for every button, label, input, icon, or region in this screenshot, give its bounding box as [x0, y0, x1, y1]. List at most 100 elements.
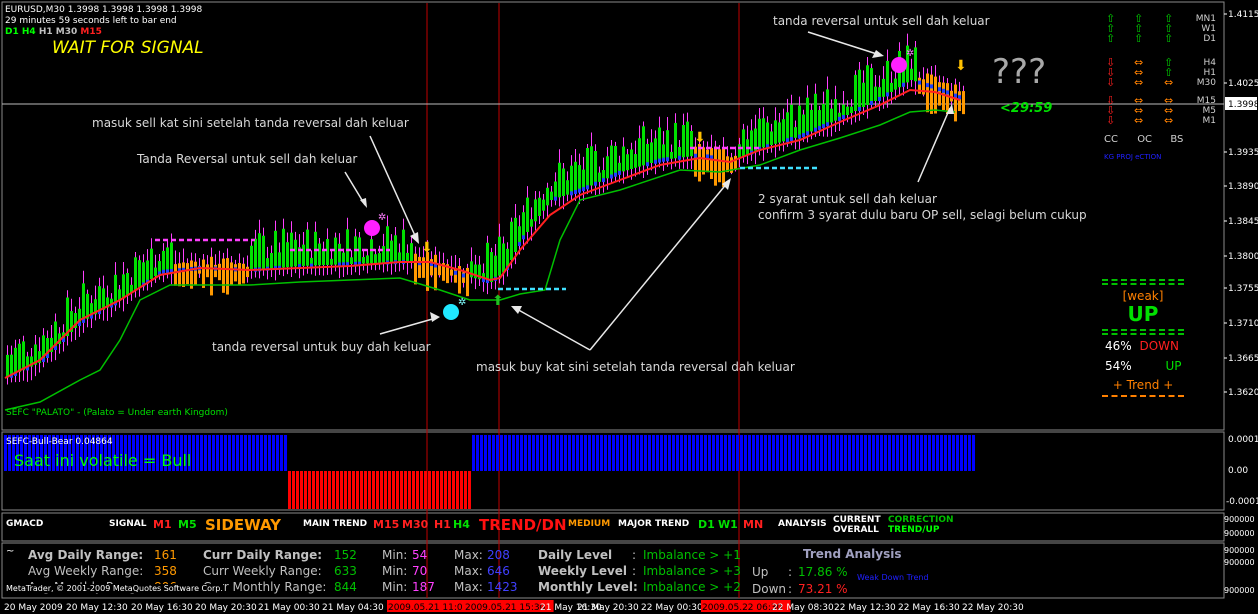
bull-bar	[812, 435, 815, 471]
gmacd-mt-m30: M30	[402, 518, 429, 531]
bear-bar	[396, 471, 399, 509]
buy-bomb-spark: ✲	[458, 297, 466, 308]
bull-candle	[690, 130, 693, 157]
bear-candle	[930, 74, 933, 114]
down-label: DOWN	[1139, 339, 1180, 353]
gmacd-axis-2: 900000	[1224, 529, 1255, 538]
ta-up-colon: :	[788, 565, 793, 579]
time-tick-label: 20 May 12:30	[66, 603, 128, 613]
price-tick-label: 1.3755	[1228, 284, 1258, 294]
col-cc: CC	[1104, 134, 1118, 145]
note-buy-reversal: tanda reversal untuk buy dah keluar	[212, 340, 431, 354]
bull-bar	[192, 435, 195, 471]
tf-h4[interactable]: H4	[22, 27, 36, 37]
neutral-arrow-icon: ⇔	[1134, 114, 1144, 127]
blue-marker	[930, 84, 933, 89]
bull-bar	[688, 435, 691, 471]
blue-marker	[594, 181, 597, 186]
bull-bar	[536, 435, 539, 471]
bull-candle	[494, 255, 497, 279]
bull-bar	[480, 435, 483, 471]
bear-bar	[388, 471, 391, 509]
gmacd-mj-w1: W1	[718, 518, 738, 531]
trend-weak: [weak]	[1122, 289, 1164, 303]
bull-bar	[212, 435, 215, 471]
bear-bar	[444, 471, 447, 509]
bear-bar	[408, 471, 411, 509]
blue-marker	[518, 242, 521, 246]
bull-candle	[770, 131, 773, 145]
bull-candle	[786, 112, 789, 141]
bear-bar	[300, 471, 303, 509]
up-arrow-icon: ⇧	[1164, 32, 1174, 45]
bull-candle	[6, 354, 9, 378]
gmacd-trend-dn: TREND/DN	[479, 516, 567, 534]
blue-marker	[954, 93, 957, 98]
bull-bar	[816, 435, 819, 471]
bear-candle	[954, 84, 957, 122]
mtf-tf-label: D1	[1203, 34, 1216, 44]
bull-candle	[366, 255, 369, 264]
bull-bar	[268, 435, 271, 471]
bull-candle	[830, 108, 833, 123]
bull-bar	[896, 435, 899, 471]
mtf-tf-label: M1	[1202, 116, 1217, 126]
bull-candle	[582, 169, 585, 190]
note-tanda-reversal-sell: Tanda Reversal untuk sell dah keluar	[137, 152, 358, 166]
blue-marker	[610, 174, 613, 179]
bull-bar	[884, 435, 887, 471]
blue-marker	[870, 101, 873, 105]
trend-mid-dash-2	[1102, 333, 1184, 335]
bear-candle	[926, 73, 929, 113]
trend-bottom-dash	[1102, 395, 1184, 397]
bull-bar	[616, 435, 619, 471]
bull-bar	[876, 435, 879, 471]
curr-weekly-label: Curr Weekly Range:	[203, 564, 322, 578]
red-ma-line	[4, 88, 961, 379]
bull-candle	[910, 68, 913, 80]
bull-candle	[598, 172, 601, 182]
bull-bar	[504, 435, 507, 471]
bull-bar	[740, 435, 743, 471]
bear-bar	[376, 471, 379, 509]
bear-candle	[202, 259, 205, 288]
bull-bar	[788, 435, 791, 471]
tf-m30[interactable]: M30	[56, 27, 77, 37]
imbalance-monthly: Imbalance > +2	[643, 580, 741, 594]
bull-bar	[824, 435, 827, 471]
bull-candle	[562, 168, 565, 196]
bear-bar	[288, 471, 291, 509]
bull-bar	[236, 435, 239, 471]
blue-marker	[826, 122, 829, 127]
bull-candle	[526, 197, 529, 232]
bull-candle	[338, 243, 341, 265]
tf-m15[interactable]: M15	[80, 27, 101, 37]
bull-bar	[488, 435, 491, 471]
bull-candle	[398, 252, 401, 263]
bull-bar	[684, 435, 687, 471]
bull-candle	[514, 217, 517, 252]
tf-d1[interactable]: D1	[5, 27, 19, 37]
bull-bar	[220, 435, 223, 471]
trend-box-top-dash	[1102, 279, 1184, 281]
bear-candle	[186, 263, 189, 285]
price-tick-label: 1.3845	[1228, 217, 1258, 227]
bull-candle	[278, 252, 281, 268]
bull-bar	[228, 435, 231, 471]
bear-bar	[412, 471, 415, 509]
bear-bar	[360, 471, 363, 509]
bear-candle	[230, 262, 233, 285]
blue-marker	[842, 115, 845, 119]
bull-bar	[284, 435, 287, 471]
blue-marker	[454, 270, 457, 275]
mtf-tf-label: M15	[1196, 96, 1216, 106]
max-value-w: 646	[487, 564, 510, 578]
bull-candle	[654, 138, 657, 162]
bull-candle	[782, 119, 785, 142]
bull-candle	[802, 114, 805, 136]
tf-h1[interactable]: H1	[39, 27, 53, 37]
bear-candle	[710, 148, 713, 179]
note-sell-reversal-top: tanda reversal untuk sell dah keluar	[773, 14, 990, 28]
bull-candle	[306, 229, 309, 266]
sell-bomb-icon-2	[891, 57, 907, 73]
